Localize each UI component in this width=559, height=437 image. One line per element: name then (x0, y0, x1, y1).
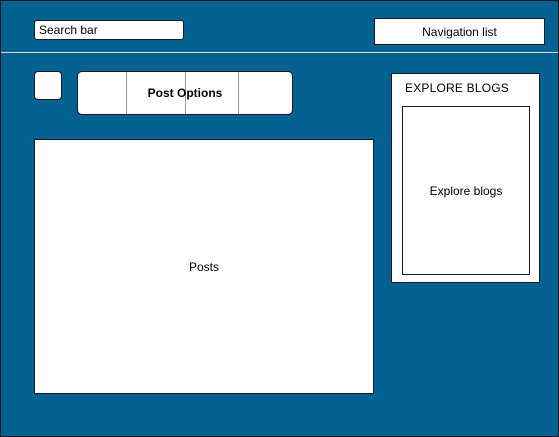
app-frame: Navigation list Post Options Posts EXPLO… (0, 0, 559, 437)
navigation-list[interactable]: Navigation list (374, 18, 545, 45)
explore-blogs-panel: EXPLORE BLOGS Explore blogs (391, 73, 540, 283)
posts-panel: Posts (34, 139, 374, 394)
post-options-label: Post Options (147, 86, 223, 100)
search-input[interactable] (34, 20, 184, 40)
explore-blogs-box[interactable]: Explore blogs (402, 106, 530, 275)
explore-blogs-heading: EXPLORE BLOGS (405, 81, 509, 95)
header-divider (1, 52, 558, 53)
toolbar-square-button[interactable] (34, 71, 62, 100)
post-options-bar[interactable]: Post Options (77, 71, 293, 115)
